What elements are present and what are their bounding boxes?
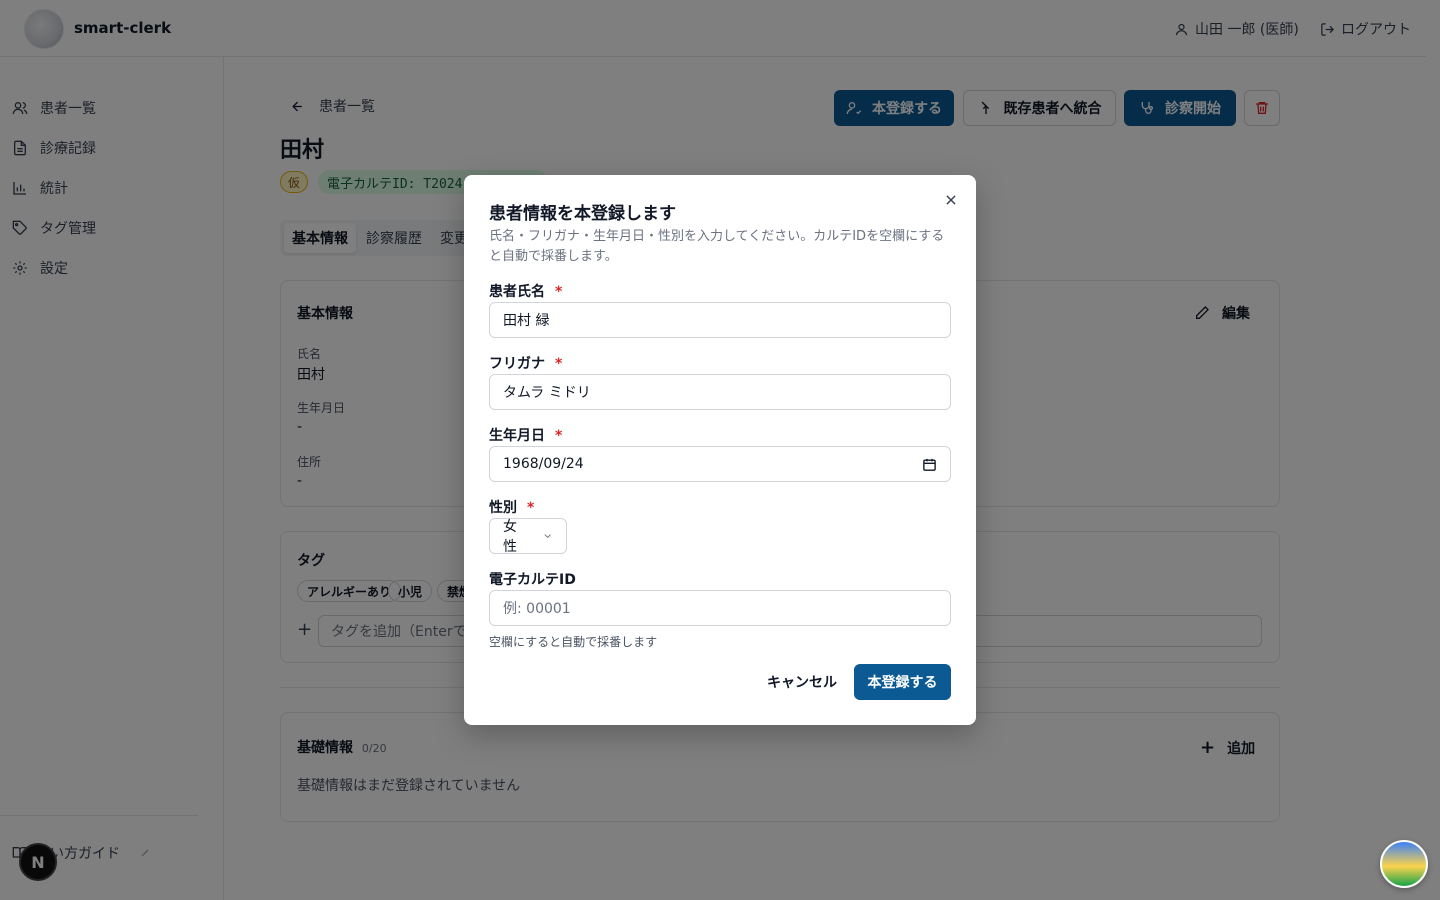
- cancel-button[interactable]: キャンセル: [764, 664, 840, 700]
- karte-id-label: 電子カルテID: [489, 572, 576, 588]
- kana-field[interactable]: タムラ ミドリ: [489, 374, 951, 410]
- required-mark: *: [555, 284, 563, 300]
- required-mark: *: [527, 500, 535, 516]
- karte-id-hint: 空欄にすると自動で採番します: [489, 635, 658, 649]
- chevron-down-icon: [544, 534, 551, 539]
- close-icon[interactable]: [942, 191, 960, 209]
- required-mark: *: [555, 356, 563, 372]
- sex-value: 女性: [503, 519, 517, 555]
- sex-label-text: 性別: [489, 500, 517, 516]
- name-label: 患者氏名 *: [489, 281, 562, 301]
- sex-label: 性別 *: [489, 497, 534, 517]
- name-label-text: 患者氏名: [489, 284, 545, 300]
- submit-button[interactable]: 本登録する: [854, 664, 951, 700]
- sex-select[interactable]: 女性: [489, 518, 567, 555]
- karte-id-field[interactable]: 例: 00001: [489, 590, 951, 626]
- required-mark: *: [555, 428, 563, 444]
- dob-value: 1968/09/24: [503, 456, 584, 472]
- kana-label-text: フリガナ: [489, 356, 545, 372]
- dialog-title: 患者情報を本登録します: [489, 204, 676, 224]
- register-dialog: 患者情報を本登録します 氏名・フリガナ・生年月日・性別を入力してください。カルテ…: [464, 175, 976, 725]
- kana-label: フリガナ *: [489, 353, 562, 373]
- dob-label: 生年月日 *: [489, 425, 562, 445]
- name-field[interactable]: 田村 緑: [489, 302, 951, 338]
- floating-assistant-button[interactable]: [1380, 840, 1428, 888]
- dob-field[interactable]: 1968/09/24: [489, 446, 951, 482]
- calendar-icon[interactable]: [922, 457, 937, 472]
- dob-label-text: 生年月日: [489, 428, 545, 444]
- dialog-description: 氏名・フリガナ・生年月日・性別を入力してください。カルテIDを空欄にすると自動で…: [489, 229, 945, 264]
